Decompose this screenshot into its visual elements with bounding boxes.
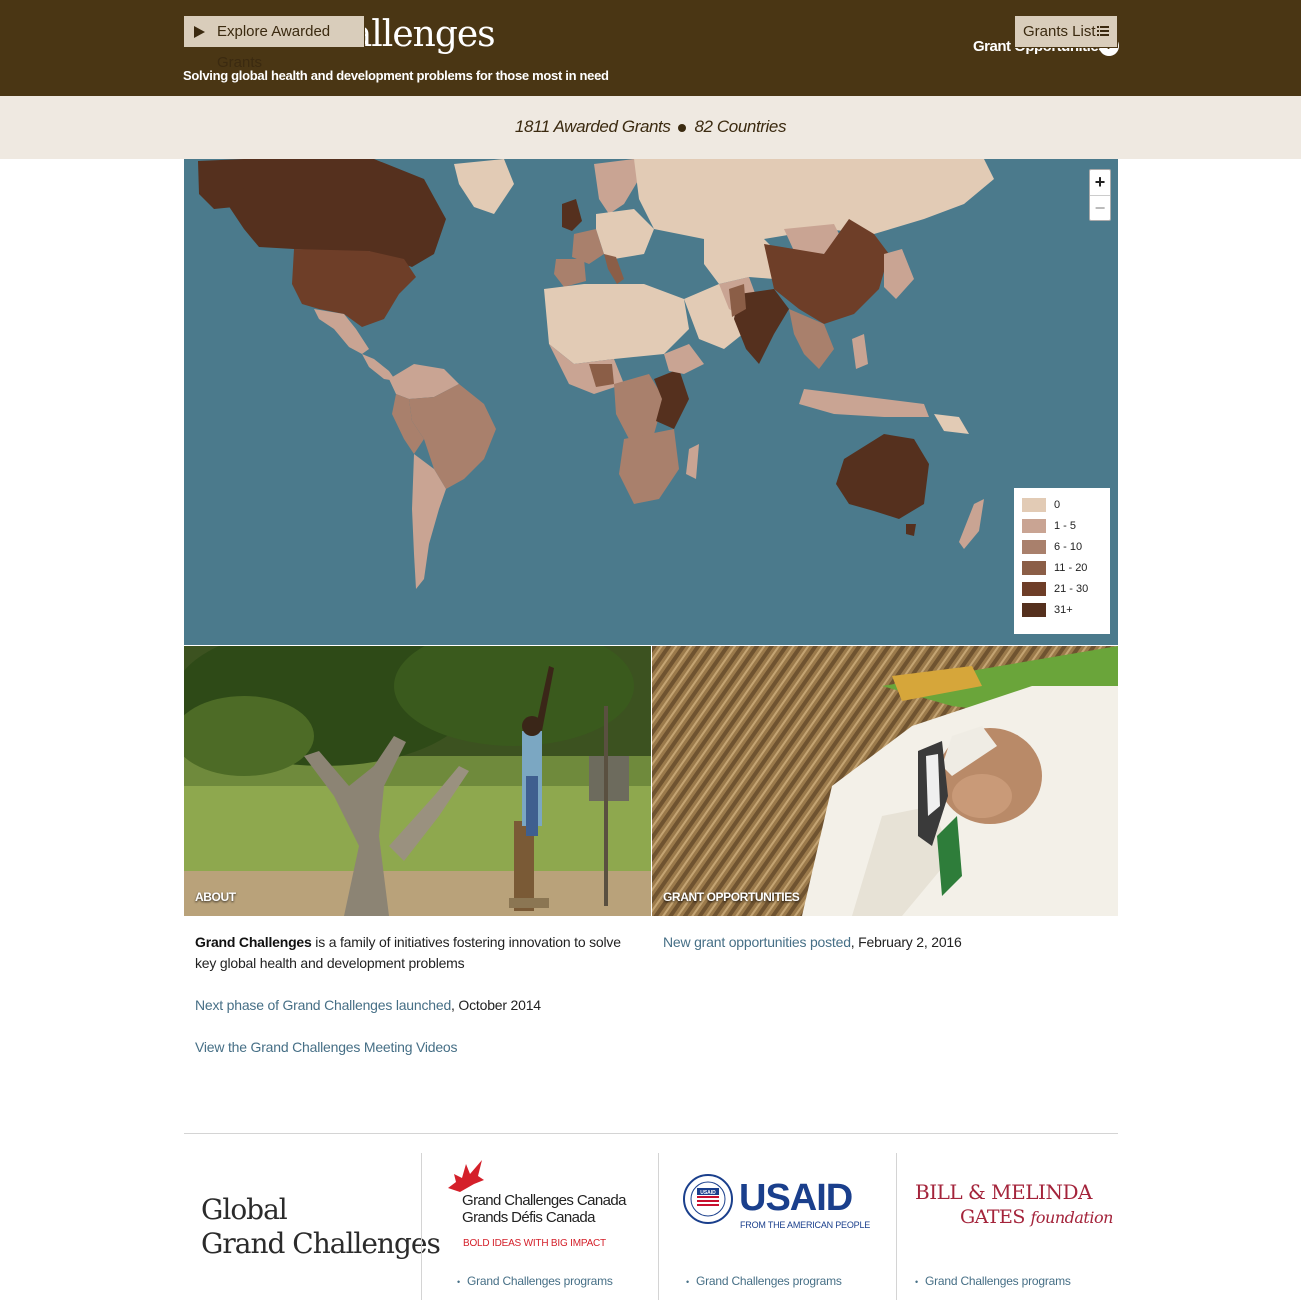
region-central-europe[interactable] <box>596 209 654 259</box>
legend-item: 1 - 5 <box>1022 519 1110 540</box>
grant-opportunities-photo[interactable]: GRANT OPPORTUNITIES <box>652 646 1118 916</box>
gcc-programs-link[interactable]: Grand Challenges programs <box>457 1274 613 1288</box>
about-intro-bold: Grand Challenges <box>195 934 312 950</box>
region-australia[interactable] <box>836 434 929 519</box>
legend-label: 0 <box>1054 499 1061 511</box>
legend-label: 1 - 5 <box>1054 520 1077 532</box>
gates-name: GATES <box>960 1206 1025 1228</box>
legend-label: 11 - 20 <box>1054 562 1088 574</box>
usaid-subtitle: FROM THE AMERICAN PEOPLE <box>740 1220 871 1230</box>
opportunities-section: New grant opportunities posted, February… <box>663 932 1103 974</box>
usaid-seal-icon: USAID <box>683 1174 733 1224</box>
news-date: , October 2014 <box>451 997 541 1013</box>
about-section: Grand Challenges is a family of initiati… <box>195 932 635 1079</box>
gates-foundation-word: foundation <box>1030 1208 1113 1227</box>
gcc-logo[interactable]: Grand Challenges Canada Grands Défis Can… <box>462 1192 626 1226</box>
legend-swatch <box>1022 603 1046 618</box>
play-icon <box>194 26 205 38</box>
legend-swatch <box>1022 498 1046 513</box>
usaid-programs-link[interactable]: Grand Challenges programs <box>686 1274 842 1288</box>
world-map-svg[interactable] <box>184 159 1118 645</box>
grant-opportunities-label[interactable]: GRANT OPPORTUNITIES <box>663 890 800 904</box>
zoom-controls: + − <box>1089 169 1111 221</box>
about-news: Next phase of Grand Challenges launched,… <box>195 995 635 1016</box>
about-intro: Grand Challenges is a family of initiati… <box>195 932 635 974</box>
region-madagascar[interactable] <box>686 444 699 479</box>
region-indonesia[interactable] <box>799 389 929 417</box>
legend-swatch <box>1022 540 1046 555</box>
region-scandinavia[interactable] <box>594 159 639 214</box>
grand-challenges-line: Grand Challenges <box>201 1227 441 1260</box>
gates-line2: GATES foundation <box>915 1205 1113 1230</box>
list-icon <box>1097 26 1109 37</box>
legend-swatch <box>1022 582 1046 597</box>
region-iberia[interactable] <box>554 259 586 287</box>
partner-divider <box>421 1153 422 1300</box>
region-new-zealand[interactable] <box>959 499 984 549</box>
legend-swatch <box>1022 561 1046 576</box>
partner-divider <box>658 1153 659 1300</box>
region-usa[interactable] <box>292 249 416 327</box>
footer-divider <box>184 1133 1118 1134</box>
zoom-out-button[interactable]: − <box>1090 195 1110 220</box>
region-italy[interactable] <box>604 254 624 284</box>
legend-item: 6 - 10 <box>1022 540 1110 561</box>
grants-list-label: Grants List <box>1023 23 1096 40</box>
legend-item: 11 - 20 <box>1022 561 1110 582</box>
maple-leaf-icon <box>448 1160 484 1192</box>
gcc-tagline: BOLD IDEAS WITH BIG IMPACT <box>463 1238 606 1249</box>
gates-programs-link[interactable]: Grand Challenges programs <box>915 1274 1071 1288</box>
about-videos: View the Grand Challenges Meeting Videos <box>195 1037 635 1058</box>
partner-divider <box>896 1153 897 1300</box>
explore-awarded-grants-button[interactable]: Explore Awarded Grants <box>183 15 365 71</box>
countries-count: 82 Countries <box>694 117 787 136</box>
zoom-in-button[interactable]: + <box>1090 170 1110 195</box>
region-uk[interactable] <box>562 199 582 231</box>
global-line: Global <box>201 1193 288 1226</box>
legend-label: 6 - 10 <box>1054 541 1083 553</box>
region-north-africa[interactable] <box>544 284 689 364</box>
awarded-grants-count: 1811 Awarded Grants <box>514 117 671 136</box>
region-png[interactable] <box>934 414 969 434</box>
about-label[interactable]: ABOUT <box>195 890 236 904</box>
legend-item: 31+ <box>1022 603 1110 624</box>
region-philippines[interactable] <box>852 334 868 369</box>
map-legend: 0 1 - 5 6 - 10 11 - 20 21 - 30 31+ <box>1014 488 1110 634</box>
region-central-america[interactable] <box>362 354 396 381</box>
region-greenland[interactable] <box>454 159 514 214</box>
new-opportunities-link[interactable]: New grant opportunities posted <box>663 934 851 950</box>
region-southern-africa[interactable] <box>619 429 679 504</box>
legend-swatch <box>1022 519 1046 534</box>
gates-foundation-logo[interactable]: BILL & MELINDA GATES foundation <box>915 1180 1113 1230</box>
usaid-seal-text: USAID <box>700 1190 716 1196</box>
separator-dot <box>678 123 687 132</box>
global-grand-challenges-logo[interactable]: Global Grand Challenges <box>201 1193 441 1300</box>
opportunities-date: , February 2, 2016 <box>850 934 962 950</box>
gcc-name-fr: Grands Défis Canada <box>462 1209 595 1226</box>
world-map[interactable]: + − 0 1 - 5 6 - 10 11 - 20 21 - 30 31+ <box>184 159 1118 645</box>
legend-label: 21 - 30 <box>1054 583 1089 595</box>
region-ethiopia[interactable] <box>664 344 704 374</box>
boy-mango-tree-image <box>184 646 651 916</box>
region-korea-japan[interactable] <box>884 249 914 299</box>
legend-item: 21 - 30 <box>1022 582 1110 603</box>
legend-item: 0 <box>1022 498 1110 519</box>
next-phase-link[interactable]: Next phase of Grand Challenges launched <box>195 997 451 1013</box>
usaid-logo[interactable]: USAID <box>739 1178 853 1218</box>
baby-sleeping-image <box>652 646 1118 916</box>
gates-line1: BILL & MELINDA <box>915 1180 1092 1204</box>
opportunities-news: New grant opportunities posted, February… <box>663 932 1103 953</box>
region-tasmania[interactable] <box>906 524 916 536</box>
gcc-name-en: Grand Challenges Canada <box>462 1192 626 1209</box>
about-photo[interactable]: ABOUT <box>184 646 651 916</box>
grant-stats: 1811 Awarded Grants 82 Countries <box>0 117 1301 137</box>
meeting-videos-link[interactable]: View the Grand Challenges Meeting Videos <box>195 1039 458 1055</box>
legend-label: 31+ <box>1054 604 1073 616</box>
grants-list-button[interactable]: Grants List <box>1014 15 1118 48</box>
